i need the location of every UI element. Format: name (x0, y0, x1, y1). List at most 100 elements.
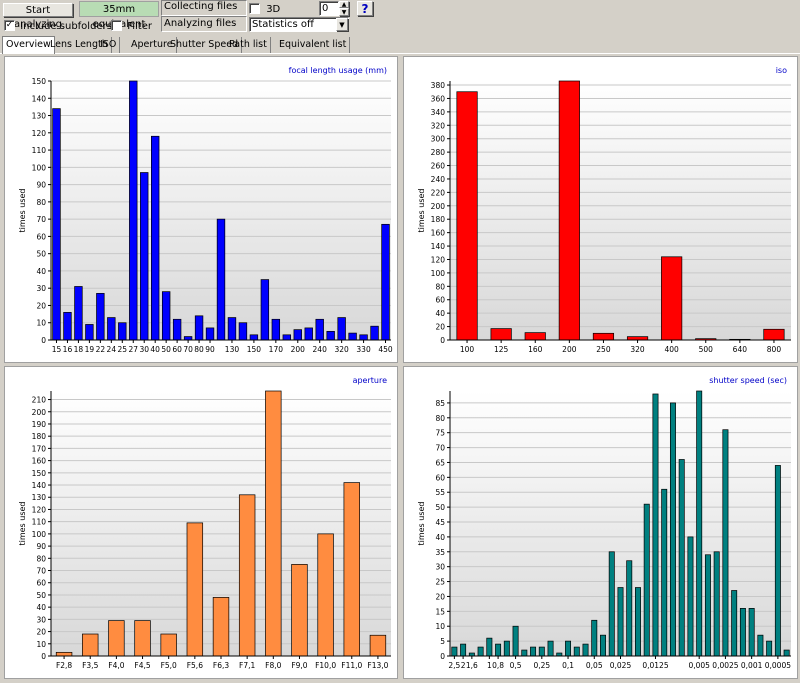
bar (739, 608, 746, 657)
start-analyzing-button[interactable]: Start analyzing (3, 3, 73, 30)
bar (63, 312, 72, 341)
y-tick-label: 240 (431, 175, 446, 184)
x-tick-label: F13,0 (367, 661, 388, 670)
y-tick-label: 35 (435, 548, 445, 557)
x-tick-label: F11,0 (341, 661, 362, 670)
x-tick-label: 0,0125 (642, 661, 668, 670)
y-tick-label: 20 (36, 301, 46, 310)
bar (678, 459, 685, 657)
y-tick-label: 55 (435, 488, 445, 497)
bar (503, 640, 510, 657)
x-tick-label: 90 (205, 345, 215, 354)
bar (687, 536, 694, 657)
y-tick-label: 40 (435, 309, 445, 318)
y-tick-label: 60 (435, 473, 445, 482)
bar (635, 587, 641, 657)
x-tick-label: F3,5 (82, 661, 98, 670)
bar (547, 640, 554, 657)
x-tick-label: F5,6 (187, 661, 203, 670)
collecting-status: Collecting files (161, 0, 247, 16)
shutter-speed-chart-panel: shutter speed (sec) times used 0 5 10 15 20 25 3… (403, 366, 798, 679)
x-tick-label: F10,0 (315, 661, 336, 670)
y-tick-label: 30 (435, 563, 445, 572)
y-tick-label: 320 (431, 121, 446, 130)
focal-length-chart-panel: focal length usage (mm) times used 0 10 20 30… (4, 56, 398, 363)
focal-length-chart: focal length usage (mm) times used 0 10 20 30… (18, 66, 393, 354)
iso-chart-panel: iso times used 0 20 40 60 80 100 120 140 160 180 200… (403, 56, 798, 363)
y-tick-label: 150 (32, 469, 47, 478)
bar (460, 643, 467, 657)
include-subfolders-label: Include subfolders (20, 20, 112, 32)
chart-title: iso (776, 66, 787, 75)
tab-strip-line (0, 53, 800, 54)
filter-checkbox[interactable]: Filter (111, 20, 152, 32)
spin-down-button[interactable]: ▼ (339, 8, 349, 16)
y-tick-label: 340 (431, 108, 446, 117)
y-tick-label: 100 (32, 530, 47, 539)
y-tick-label: 50 (36, 250, 46, 259)
bar (696, 390, 703, 657)
bar (456, 91, 478, 341)
bar (451, 646, 458, 657)
bar (140, 172, 149, 341)
bar (530, 646, 537, 657)
bar (558, 80, 580, 341)
bar (626, 560, 633, 657)
bar (96, 293, 105, 341)
bar (661, 488, 668, 657)
tab-iso[interactable]: ISO (97, 37, 121, 53)
y-tick-label: 5 (440, 637, 445, 646)
bar (74, 286, 83, 341)
statistics-select[interactable]: Statistics off ▼ (249, 17, 349, 32)
bar (783, 649, 790, 657)
bar (205, 327, 215, 341)
y-tick-label: 160 (431, 229, 446, 238)
bar (55, 651, 73, 657)
y-tick-label: 130 (32, 112, 47, 121)
bar (85, 324, 94, 341)
spin-up-button[interactable]: ▲ (339, 1, 349, 8)
x-tick-label: 0,0005 (765, 661, 791, 670)
analyzing-status: Analyzing files (161, 16, 247, 32)
bar (538, 646, 545, 657)
bar (271, 318, 281, 341)
x-tick-label: 320 (334, 345, 349, 354)
x-tick-label: 30 (139, 345, 149, 354)
bar (521, 649, 528, 657)
y-tick-label: 80 (36, 554, 46, 563)
x-tick-label: 240 (313, 345, 328, 354)
bar (108, 620, 125, 657)
y-tick-label: 280 (431, 148, 446, 157)
bar (343, 482, 360, 657)
bar (317, 533, 334, 657)
bar (731, 590, 738, 657)
y-tick-label: 100 (32, 163, 47, 172)
bar (748, 608, 755, 657)
y-tick-label: 180 (32, 432, 47, 441)
y-tick-label: 380 (431, 81, 446, 90)
y-tick-label: 140 (32, 481, 47, 490)
y-tick-label: 0 (440, 336, 445, 345)
y-tick-label: 190 (32, 420, 47, 429)
y-tick-label: 220 (431, 188, 446, 197)
bar (282, 334, 291, 341)
35mm-equivalent-button[interactable]: 35mm equivalent (79, 1, 159, 30)
spin-input[interactable]: 0 (319, 1, 339, 16)
bar (512, 625, 519, 657)
y-tick-label: 15 (435, 607, 445, 616)
chevron-down-icon[interactable]: ▼ (336, 18, 348, 31)
x-tick-label: 250 (596, 345, 611, 354)
3d-checkbox[interactable]: 3D (249, 3, 280, 15)
bar (763, 328, 785, 341)
tab-equivalent-list[interactable]: Equivalent list (276, 37, 351, 53)
y-tick-label: 40 (36, 603, 46, 612)
bar (291, 564, 308, 657)
x-tick-label: 18 (74, 345, 84, 354)
tab-path-list[interactable]: Path list (226, 37, 271, 53)
help-button[interactable]: ? (357, 1, 373, 16)
y-tick-label: 120 (431, 255, 446, 264)
chart-title: focal length usage (mm) (289, 66, 387, 75)
y-tick-label: 75 (435, 429, 445, 438)
bar (293, 329, 302, 341)
include-subfolders-checkbox[interactable]: ✓ Include subfolders (4, 20, 112, 32)
